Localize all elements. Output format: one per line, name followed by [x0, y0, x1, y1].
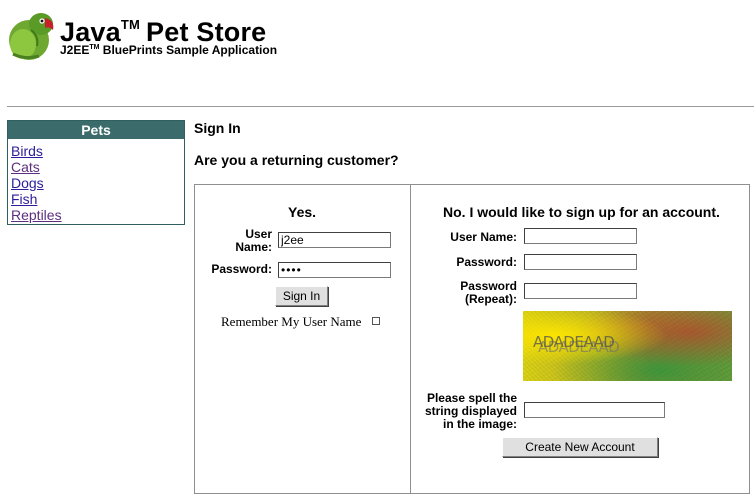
- signup-username-input[interactable]: [524, 228, 637, 244]
- captcha-image: ADADEAAD ADADEAAD: [523, 311, 732, 381]
- dogs-link[interactable]: Dogs: [11, 175, 44, 191]
- birds-link[interactable]: Birds: [11, 143, 43, 159]
- sign-in-button[interactable]: Sign In: [275, 286, 328, 306]
- returning-heading: Yes.: [288, 204, 317, 220]
- sidebar-item-birds: Birds: [11, 143, 184, 159]
- remember-username-checkbox[interactable]: [372, 317, 380, 325]
- sidebar-item-reptiles: Reptiles: [11, 207, 184, 223]
- cats-link[interactable]: Cats: [11, 159, 40, 175]
- signup-password-repeat-label: Password (Repeat):: [460, 279, 517, 306]
- panel-divider: [410, 185, 411, 494]
- password-label: Password:: [211, 262, 272, 276]
- pets-sidebar: Pets Birds Cats Dogs Fish Reptiles: [7, 120, 185, 225]
- fish-link[interactable]: Fish: [11, 191, 37, 207]
- sidebar-item-cats: Cats: [11, 159, 184, 175]
- remember-username-label: Remember My User Name: [221, 314, 362, 329]
- captcha-label: Please spell the string displayed in the…: [424, 391, 517, 431]
- signup-password-repeat-input[interactable]: [524, 283, 637, 299]
- captcha-input[interactable]: [524, 402, 665, 418]
- signin-password-input[interactable]: [278, 262, 391, 278]
- sidebar-heading: Pets: [8, 121, 184, 139]
- returning-customer-question: Are you a returning customer?: [194, 152, 399, 168]
- app-title: JavaTM Pet Store: [60, 17, 267, 47]
- header-divider: [7, 106, 754, 107]
- create-account-button[interactable]: Create New Account: [502, 437, 658, 457]
- signin-username-input[interactable]: [278, 232, 391, 248]
- page-title: Sign In: [194, 120, 241, 136]
- app-subtitle: J2EETM BluePrints Sample Application: [60, 43, 278, 57]
- username-label: User Name:: [235, 227, 272, 254]
- sidebar-item-dogs: Dogs: [11, 175, 184, 191]
- signup-username-label: User Name:: [450, 230, 517, 244]
- pets-category-list: Birds Cats Dogs Fish Reptiles: [11, 143, 184, 223]
- parrot-logo-icon: [9, 13, 54, 60]
- reptiles-link[interactable]: Reptiles: [11, 207, 62, 223]
- signup-heading: No. I would like to sign up for an accou…: [443, 204, 720, 220]
- signup-password-input[interactable]: [524, 254, 637, 270]
- signup-password-label: Password:: [456, 255, 517, 269]
- sidebar-item-fish: Fish: [11, 191, 184, 207]
- captcha-text: ADADEAAD: [533, 333, 615, 351]
